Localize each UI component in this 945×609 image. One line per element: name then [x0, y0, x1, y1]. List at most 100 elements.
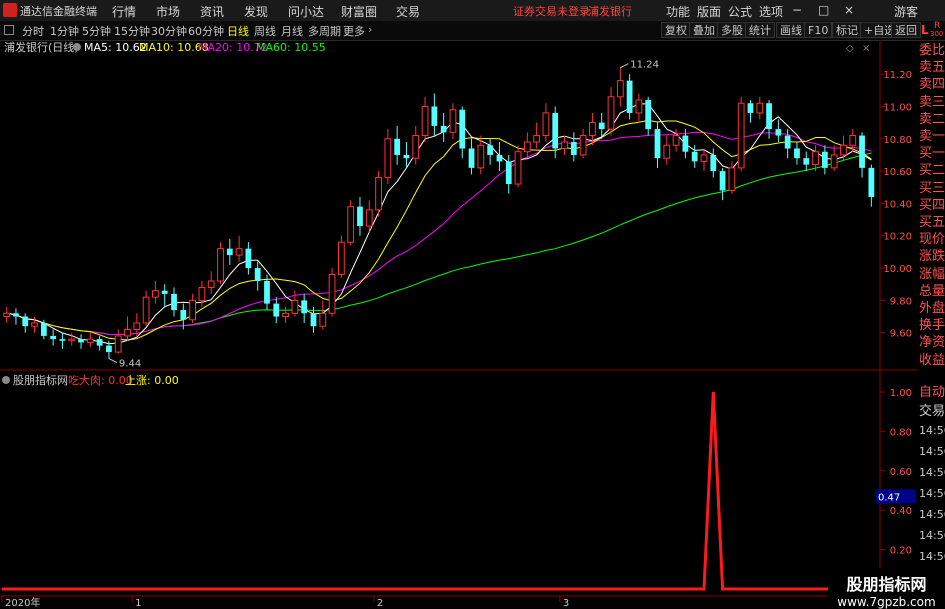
login-status[interactable]: 证券交易未登录 — [513, 3, 590, 19]
menu-item-news[interactable]: 资讯 — [200, 3, 224, 20]
menu-item-trade[interactable]: 交易 — [396, 3, 420, 20]
statistics-button[interactable]: 统计 — [745, 22, 775, 38]
period-more[interactable]: 更多 — [343, 23, 365, 39]
period-60min[interactable]: 60分钟 — [188, 23, 224, 39]
candle-body-down — [645, 100, 652, 130]
candle-body-down — [821, 151, 828, 168]
price-tick-label: 9.80 — [890, 296, 912, 307]
candle-body-down — [552, 112, 559, 149]
candle-body-down — [570, 142, 577, 155]
candle-body-down — [440, 125, 447, 133]
candle-body-down — [505, 161, 512, 185]
candle-body-up — [235, 248, 243, 256]
candle-body-down — [719, 171, 726, 191]
close-chart-icon[interactable]: × — [862, 43, 870, 54]
menu-bar: 通达信金融终端 行情 市场 资讯 发现 问小达 财富圈 交易 证券交易未登录 浦… — [0, 0, 945, 22]
guest-label[interactable]: 游客 — [894, 3, 918, 20]
grid-icon[interactable] — [4, 25, 14, 35]
candle-body-down — [357, 206, 363, 227]
candle-body-down — [403, 154, 410, 159]
price-tick-label: 10.00 — [883, 264, 912, 275]
ma60-label: MA60: 10.55 — [256, 41, 326, 54]
candle-body-up — [217, 248, 224, 282]
quote-field-label: 卖四 — [919, 77, 945, 93]
chevron-right-icon: › — [368, 23, 373, 36]
period-daily[interactable]: 日线 — [227, 23, 249, 39]
kline-chart[interactable]: 浦发银行(日线) MA5: 10.62 MA10: 10.68 MA20: 10… — [0, 40, 918, 609]
draw-line-button[interactable]: 画线 — [776, 22, 806, 38]
candle-body-down — [301, 300, 308, 314]
candle-body-up — [337, 241, 345, 276]
diamond-icon[interactable]: ◇ — [846, 43, 854, 54]
candle-body-up — [282, 312, 289, 318]
candle-body-down — [245, 248, 252, 269]
candle-body-up — [840, 144, 847, 156]
indicator-tick-label: 0.60 — [890, 467, 912, 478]
menu-item-discover[interactable]: 发现 — [244, 3, 268, 20]
minimize-button[interactable]: − — [792, 3, 802, 17]
indicator-name: 股朋指标网 — [13, 373, 68, 387]
candle-body-up — [477, 144, 485, 169]
high-marker-line — [620, 63, 629, 69]
settings-icon[interactable] — [73, 43, 81, 51]
date-tick-label: 1 — [135, 598, 141, 609]
candle-body-down — [40, 322, 47, 336]
candle-body-up — [514, 151, 522, 185]
period-15min[interactable]: 15分钟 — [114, 23, 150, 39]
adjust-button[interactable]: 复权 — [661, 22, 691, 38]
candle-body-up — [542, 112, 550, 137]
menu-item-quotes[interactable]: 行情 — [112, 3, 136, 20]
indicator-line — [2, 391, 876, 591]
candle-body-up — [449, 109, 457, 133]
trade-time: 14:56 — [919, 487, 945, 500]
candle-body-down — [598, 122, 605, 130]
f10-button[interactable]: F10 — [804, 22, 833, 38]
trade-time: 14:56 — [919, 508, 945, 521]
quote-field-label: 买二 — [919, 163, 945, 179]
maximize-button[interactable]: □ — [818, 3, 829, 17]
close-button[interactable]: × — [844, 3, 854, 17]
multi-stock-button[interactable]: 多股 — [717, 22, 747, 38]
period-1min[interactable]: 1分钟 — [50, 23, 79, 39]
candle-body-up — [607, 96, 615, 130]
panel-l-label[interactable]: L — [921, 23, 929, 37]
date-tick-label: 2 — [377, 598, 383, 609]
menu-item-market[interactable]: 市场 — [156, 3, 180, 20]
period-5min[interactable]: 5分钟 — [82, 23, 111, 39]
candle-body-up — [133, 322, 141, 330]
app-logo — [3, 3, 17, 17]
period-monthly[interactable]: 月线 — [281, 23, 303, 39]
price-annotations: 11.24 9.44 — [108, 60, 659, 370]
indicator-tick-label: 1.00 — [890, 388, 912, 399]
candle-body-down — [682, 135, 689, 152]
quote-field-label: 收益 — [919, 352, 945, 368]
candle-body-up — [579, 135, 587, 156]
period-weekly[interactable]: 周线 — [254, 23, 276, 39]
period-multi[interactable]: 多周期 — [308, 23, 341, 39]
candle-body-up — [737, 102, 745, 169]
menu-item-formula[interactable]: 公式 — [728, 3, 752, 20]
auto-trade-toggle[interactable]: 自动 — [919, 384, 945, 401]
menu-item-layout[interactable]: 版面 — [697, 3, 721, 20]
candle-body-down — [803, 158, 810, 165]
overlay-button[interactable]: 叠加 — [689, 22, 719, 38]
period-intraday[interactable]: 分时 — [22, 23, 44, 39]
menu-item-function[interactable]: 功能 — [666, 3, 690, 20]
candle-body-down — [496, 154, 503, 162]
menu-item-options[interactable]: 选项 — [759, 3, 783, 20]
candle-body-down — [171, 293, 177, 311]
quote-field-label: 总量 — [919, 283, 945, 299]
menu-item-wealth[interactable]: 财富圈 — [341, 3, 377, 20]
back-button[interactable]: 返回 — [891, 22, 921, 38]
candle-body-down — [180, 310, 187, 320]
quote-field-label: 换手 — [919, 318, 945, 334]
mark-button[interactable]: 标记 — [832, 22, 862, 38]
quote-field-label: 涨跌 — [919, 249, 945, 265]
candle-body-up — [31, 322, 38, 327]
candle-body-down — [226, 248, 233, 256]
period-30min[interactable]: 30分钟 — [151, 23, 187, 39]
candle-body-down — [50, 335, 57, 340]
indicator-settings-icon[interactable] — [2, 376, 10, 384]
price-axis: 11.20 11.00 10.80 10.60 10.40 10.20 10.00 9.80 9… — [880, 70, 912, 340]
menu-item-ask[interactable]: 问小达 — [288, 3, 324, 20]
